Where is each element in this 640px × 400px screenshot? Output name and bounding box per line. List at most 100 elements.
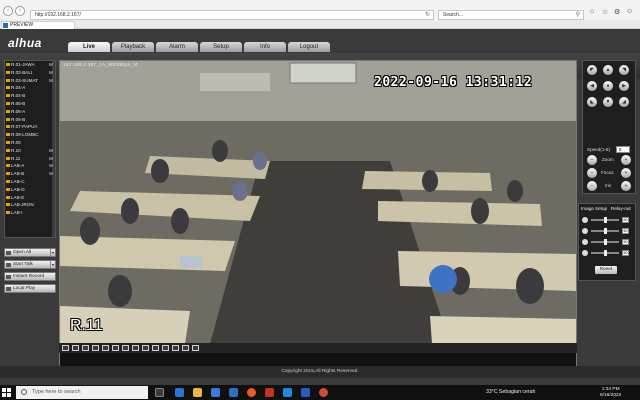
- chevron-down-icon[interactable]: ▾: [50, 261, 55, 268]
- channel-item[interactable]: R.04-B: [5, 92, 55, 100]
- channel-item[interactable]: R.08-LOMBC: [5, 131, 55, 139]
- powerpoint-icon[interactable]: [265, 388, 274, 397]
- adjust-value-field[interactable]: 50: [622, 250, 629, 256]
- tab-logout[interactable]: Logout: [288, 42, 330, 52]
- quad-view-icon[interactable]: [72, 345, 79, 351]
- firefox-icon[interactable]: [247, 388, 256, 397]
- forward-icon[interactable]: ›: [15, 6, 25, 16]
- ptz-down-icon[interactable]: ▼: [603, 97, 613, 107]
- zoom-in-icon[interactable]: +: [621, 155, 631, 165]
- browser-tab[interactable]: PREVIEW: [1, 21, 75, 29]
- ptz-up-right-icon[interactable]: ◥: [619, 65, 629, 75]
- record-icon[interactable]: [152, 345, 159, 351]
- grid-9-icon[interactable]: [102, 345, 109, 351]
- tab-setup[interactable]: Setup: [200, 42, 242, 52]
- ptz-down-left-icon[interactable]: ◣: [587, 97, 597, 107]
- channel-item[interactable]: R.09: [5, 139, 55, 147]
- relay-out-tab[interactable]: Relay-out: [611, 206, 631, 211]
- focus-far-icon[interactable]: +: [621, 168, 631, 178]
- start-talk-button[interactable]: Start Talk ▾: [4, 260, 56, 269]
- focus-near-icon[interactable]: −: [587, 168, 597, 178]
- channel-item[interactable]: LAB-JRGN: [5, 201, 55, 209]
- channel-item[interactable]: LAB-B M: [5, 170, 55, 178]
- channel-item[interactable]: R.10 M: [5, 147, 55, 155]
- channel-mode-badge[interactable]: M: [49, 170, 53, 178]
- close-all-icon[interactable]: [182, 345, 189, 351]
- ptz-right-icon[interactable]: ▶: [619, 81, 629, 91]
- adjust-value-field[interactable]: 50: [622, 239, 629, 245]
- channel-item[interactable]: R.01-JAWA M: [5, 61, 55, 69]
- adjust-slider-handle[interactable]: [603, 227, 607, 234]
- edge-icon[interactable]: [175, 388, 184, 397]
- fullscreen-icon[interactable]: [82, 345, 89, 351]
- chevron-down-icon[interactable]: ▾: [50, 249, 55, 256]
- address-bar[interactable]: http://192.168.2.167/ ↻: [30, 10, 434, 20]
- taskbar-search-input[interactable]: Type here to search: [16, 386, 148, 399]
- open-all-button[interactable]: Open All ▾: [4, 248, 56, 257]
- single-view-icon[interactable]: [62, 345, 69, 351]
- ptz-left-icon[interactable]: ◀: [587, 81, 597, 91]
- weather-widget[interactable]: 33°C Sebagian cerah: [486, 386, 535, 399]
- channel-item[interactable]: R.05-B: [5, 100, 55, 108]
- settings-gear-icon[interactable]: ⚙: [614, 8, 620, 16]
- tab-playback[interactable]: Playback: [112, 42, 154, 52]
- iris-close-icon[interactable]: −: [587, 181, 597, 191]
- settings-icon[interactable]: [192, 345, 199, 351]
- channel-mode-badge[interactable]: M: [49, 147, 53, 155]
- tab-live[interactable]: Live: [68, 42, 110, 52]
- channel-mode-badge[interactable]: M: [49, 162, 53, 170]
- smiley-icon[interactable]: ☺: [626, 8, 633, 15]
- zoom-out-icon[interactable]: −: [587, 155, 597, 165]
- channel-item[interactable]: LAB-I: [5, 209, 55, 217]
- image-setup-tab[interactable]: Image Setup: [581, 206, 607, 211]
- channel-mode-badge[interactable]: M: [49, 69, 53, 77]
- channel-item[interactable]: R.06-B: [5, 116, 55, 124]
- search-icon[interactable]: ⚲: [576, 11, 580, 18]
- live-video-view[interactable]: 192.168.2.167_1A_8026kbps_M 2022-09-16 1…: [59, 60, 577, 368]
- adjust-slider-handle[interactable]: [603, 216, 607, 223]
- adjust-value-field[interactable]: 50: [622, 217, 629, 223]
- reset-button[interactable]: Reset: [595, 266, 617, 274]
- instant-record-button[interactable]: Instant Record: [4, 272, 56, 281]
- channel-mode-badge[interactable]: M: [49, 61, 53, 69]
- speed-select[interactable]: 5: [616, 146, 630, 153]
- channel-item[interactable]: R.02-BALI M: [5, 69, 55, 77]
- snapshot-icon[interactable]: [142, 345, 149, 351]
- grid-25-icon[interactable]: [122, 345, 129, 351]
- taskbar-clock[interactable]: 1:34 PM 9/16/2022: [600, 387, 621, 398]
- channel-item[interactable]: R.06-A: [5, 108, 55, 116]
- store-icon[interactable]: [211, 388, 220, 397]
- ptz-up-icon[interactable]: ▲: [603, 65, 613, 75]
- channel-item[interactable]: R.11 M: [5, 155, 55, 163]
- favorites-icon[interactable]: ☆: [602, 8, 608, 16]
- channel-item[interactable]: LAB-D: [5, 186, 55, 194]
- browser-search-input[interactable]: Search... ⚲: [438, 10, 584, 20]
- tab-alarm[interactable]: Alarm: [156, 42, 198, 52]
- channel-item[interactable]: LAB-C: [5, 178, 55, 186]
- channel-item[interactable]: R.04-A: [5, 84, 55, 92]
- channel-mode-badge[interactable]: M: [49, 155, 53, 163]
- zoom-icon[interactable]: [172, 345, 179, 351]
- channel-item[interactable]: R.07-PAPUA: [5, 123, 55, 131]
- windows-start-icon[interactable]: [2, 388, 11, 397]
- mail-icon[interactable]: [229, 388, 238, 397]
- adjust-value-field[interactable]: 50: [622, 228, 629, 234]
- iris-open-icon[interactable]: +: [621, 181, 631, 191]
- internet-explorer-icon[interactable]: [283, 388, 292, 397]
- adjust-slider-handle[interactable]: [603, 249, 607, 256]
- adjust-slider-handle[interactable]: [603, 238, 607, 245]
- grid-36-icon[interactable]: [132, 345, 139, 351]
- chrome-icon[interactable]: [319, 388, 328, 397]
- tab-info[interactable]: Info: [244, 42, 286, 52]
- file-explorer-icon[interactable]: [193, 388, 202, 397]
- word-icon[interactable]: [301, 388, 310, 397]
- ptz-up-left-icon[interactable]: ◤: [587, 65, 597, 75]
- channel-list[interactable]: R.01-JAWA M R.02-BALI M R.03-SUMAT M R.04-A R.0…: [4, 60, 56, 238]
- grid-4-icon[interactable]: [92, 345, 99, 351]
- channel-item[interactable]: R.03-SUMAT M: [5, 77, 55, 85]
- grid-16-icon[interactable]: [112, 345, 119, 351]
- ptz-down-right-icon[interactable]: ◢: [619, 97, 629, 107]
- ptz-center-icon[interactable]: ●: [603, 81, 613, 91]
- audio-icon[interactable]: [162, 345, 169, 351]
- task-view-icon[interactable]: [155, 388, 164, 397]
